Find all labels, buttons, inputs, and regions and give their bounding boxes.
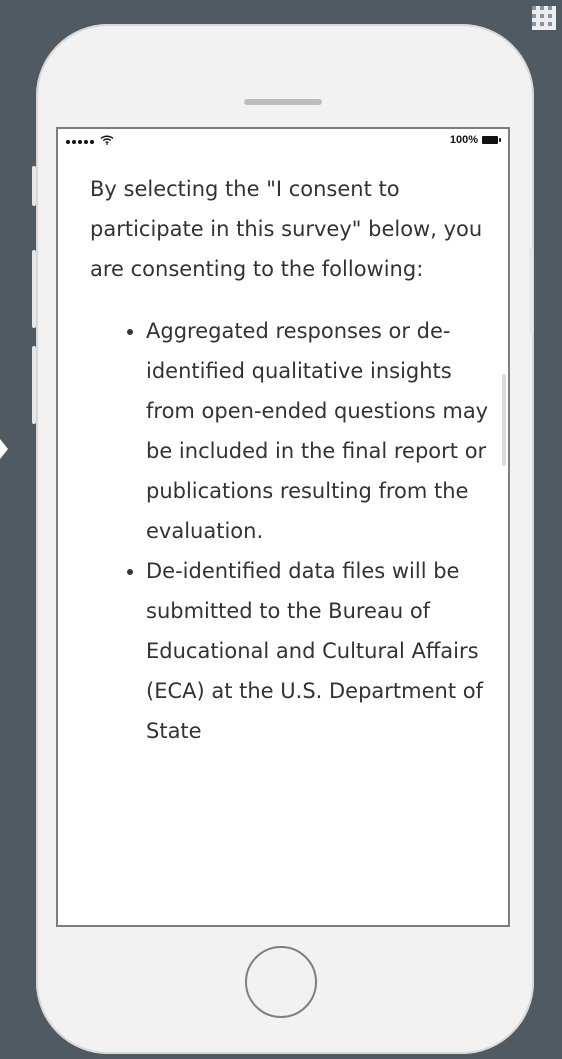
phone-side-button — [32, 250, 36, 328]
consent-content[interactable]: By selecting the "I consent to participa… — [90, 169, 495, 751]
consent-bullet-item: De-identified data files will be submitt… — [146, 551, 495, 751]
wifi-icon — [100, 135, 114, 145]
status-bar: 100% — [58, 129, 508, 157]
consent-bullet-item: Aggregated responses or de-identified qu… — [146, 311, 495, 551]
qr-icon — [532, 6, 556, 30]
scrollbar[interactable] — [502, 374, 506, 466]
phone-side-button — [32, 346, 36, 424]
home-button[interactable] — [245, 946, 317, 1018]
phone-speaker — [244, 99, 322, 105]
left-arrow-icon[interactable] — [0, 439, 8, 459]
phone-screen: 100% By selecting the "I consent to part… — [56, 127, 510, 927]
battery-percentage: 100% — [449, 134, 478, 146]
signal-icon — [66, 137, 100, 147]
consent-intro: By selecting the "I consent to participa… — [90, 177, 483, 281]
battery-icon — [482, 136, 501, 144]
phone-side-button — [529, 248, 533, 334]
phone-side-button — [32, 166, 36, 206]
consent-bullet-list: Aggregated responses or de-identified qu… — [90, 311, 495, 751]
